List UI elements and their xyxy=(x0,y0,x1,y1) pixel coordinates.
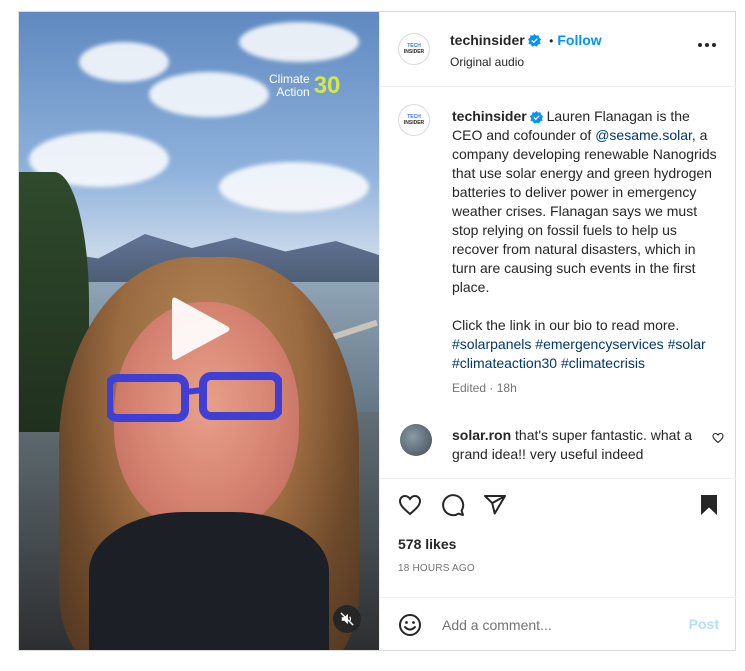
badge-label: Climate Action xyxy=(269,72,310,99)
climate-action-badge: Climate Action 30 xyxy=(269,72,340,100)
cloud xyxy=(79,42,169,82)
author-line: techinsider • Follow xyxy=(450,32,602,50)
author-username[interactable]: techinsider xyxy=(450,32,525,48)
play-icon[interactable] xyxy=(164,292,234,366)
cloud xyxy=(149,72,269,117)
edited-label: Edited xyxy=(452,381,487,395)
hashtag-list: #solarpanels #emergencyservices #solar #… xyxy=(452,335,717,373)
caption-author-avatar[interactable]: TECH INSIDER xyxy=(398,104,430,136)
share-icon[interactable] xyxy=(483,493,507,517)
muted-speaker-icon xyxy=(340,612,354,626)
likes-count[interactable]: 578 likes xyxy=(398,536,456,552)
caption-text: , a company developing renewable Nanogri… xyxy=(452,127,717,295)
audio-label[interactable]: Original audio xyxy=(450,55,524,69)
author-avatar[interactable]: TECH INSIDER xyxy=(398,33,430,65)
cloud xyxy=(239,22,359,62)
add-comment-bar: Post xyxy=(380,597,737,651)
hashtag-link[interactable]: #climateaction30 xyxy=(452,355,557,371)
post-timestamp[interactable]: 18 HOURS AGO xyxy=(398,563,475,574)
commenter-avatar[interactable] xyxy=(400,424,432,456)
caption-author[interactable]: techinsider xyxy=(452,108,527,124)
hashtag-link[interactable]: #solarpanels xyxy=(452,336,531,352)
caption-cta: Click the link in our bio to read more. xyxy=(452,317,680,333)
hashtag-link[interactable]: #emergencyservices xyxy=(535,336,663,352)
avatar-text: INSIDER xyxy=(403,48,425,55)
emoji-icon[interactable] xyxy=(398,613,422,637)
cloud xyxy=(219,162,369,212)
more-horizontal-icon[interactable] xyxy=(697,42,717,48)
hashtag-link[interactable]: #climatecrisis xyxy=(561,355,645,371)
comment-like-icon[interactable] xyxy=(712,432,724,444)
post-actions xyxy=(380,478,737,531)
post-comment-button[interactable]: Post xyxy=(689,616,719,632)
meta-dot: · xyxy=(489,381,494,395)
mute-button[interactable] xyxy=(333,605,361,633)
post-dialog: Climate Action 30 TECH INSIDER techinsider… xyxy=(18,11,737,651)
comment-body: solar.ron that's super fantastic. what a… xyxy=(452,426,697,464)
verified-badge-icon xyxy=(529,110,543,124)
person-shirt xyxy=(89,512,329,650)
glasses xyxy=(107,372,282,422)
post-header: TECH INSIDER techinsider • Follow Origina… xyxy=(380,12,737,87)
comment-input[interactable] xyxy=(440,616,664,634)
separator-dot: • xyxy=(549,34,554,48)
post-caption: techinsider Lauren Flanagan is the CEO a… xyxy=(452,107,717,398)
comment-icon[interactable] xyxy=(441,493,465,517)
badge-number: 30 xyxy=(313,72,341,99)
reel-video[interactable]: Climate Action 30 xyxy=(19,12,379,650)
mention-link[interactable]: @sesame.solar xyxy=(595,127,692,143)
verified-badge-icon xyxy=(527,34,541,47)
hashtag-link[interactable]: #solar xyxy=(668,336,706,352)
caption-time[interactable]: 18h xyxy=(497,381,517,395)
heart-icon[interactable] xyxy=(398,493,422,517)
follow-button[interactable]: Follow xyxy=(557,32,601,48)
bookmark-icon[interactable] xyxy=(697,493,721,517)
avatar-text: INSIDER xyxy=(403,119,425,126)
commenter-username[interactable]: solar.ron xyxy=(452,427,511,443)
caption-meta: Edited · 18h xyxy=(452,379,717,398)
post-side-panel: TECH INSIDER techinsider • Follow Origina… xyxy=(379,12,737,650)
